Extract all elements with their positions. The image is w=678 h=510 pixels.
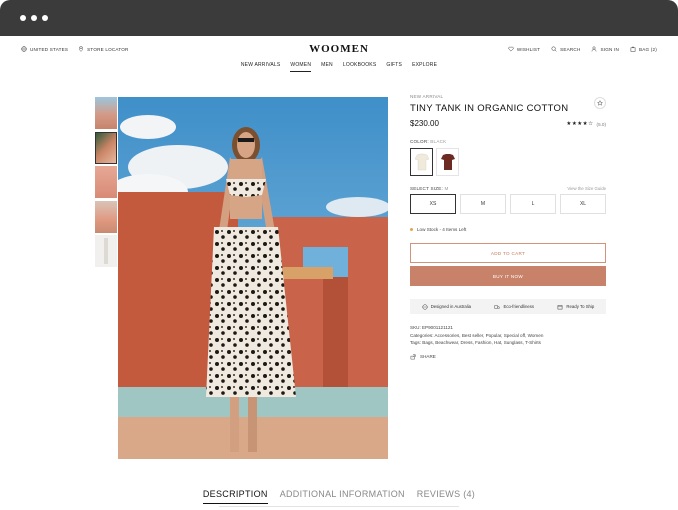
search-label: Search [560,46,581,52]
thumbnail-3[interactable] [95,166,117,198]
feature-designed-label: Designed in Australia [430,304,472,309]
tab-additional-information[interactable]: Additional Information [280,489,405,504]
nav-women[interactable]: Women [290,62,312,72]
share-icon [410,353,416,359]
feature-eco-label: Eco-friendliness [503,304,535,309]
feature-ready-label: Ready To Ship [566,304,595,309]
color-value: Black [430,139,447,144]
window-close-dot[interactable] [20,15,26,21]
share-label: Share [420,354,436,359]
product-tabs: Description Additional Information Revie… [0,489,678,504]
product-meta: SKU: EP9001121121 Categories: Accessorie… [410,324,606,347]
wishlist-link[interactable]: Wishlist [508,46,540,52]
feature-strip: Designed in Australia Eco-friendliness R… [410,299,606,314]
size-l[interactable]: L [510,194,556,214]
search-icon [551,46,557,52]
thumbnail-2[interactable] [95,131,117,164]
nav-explore[interactable]: Explore [412,62,437,72]
product-photo [118,97,388,459]
buy-now-button[interactable]: Buy it now [410,266,606,286]
user-icon [592,46,597,52]
size-value: M [444,186,449,191]
stock-status: Low Stock - 4 Items Left [410,227,606,232]
product-main-image[interactable] [118,97,388,459]
size-m[interactable]: M [460,194,506,214]
rating-stars-icon: ★★★★☆ [566,121,594,127]
size-header: Select Size: M View the Size Guide [410,186,606,191]
box-icon [558,304,563,309]
color-label: Color: Black [410,139,606,144]
product-garment-icon [104,238,108,264]
size-guide-link[interactable]: View the Size Guide [567,186,606,191]
search-link[interactable]: Search [551,46,580,52]
rating-count: (5.0) [596,121,606,127]
feature-eco: Eco-friendliness [494,304,534,310]
product-categories: Categories: Accessories, Best seller, Po… [410,332,544,338]
nav-lookbooks[interactable]: Lookbooks [343,62,376,72]
product-rating[interactable]: ★★★★☆ (5.0) [566,121,606,127]
feature-designed: Designed in Australia [422,303,472,310]
stock-text: Low Stock - 4 Items Left [417,227,467,232]
cream-shirt-icon [414,153,429,171]
thumbnail-5[interactable] [95,235,117,267]
window-minimize-dot[interactable] [31,15,37,21]
product-sku: SKU: EP9001121121 [410,325,453,330]
color-swatches [410,148,606,176]
favorite-button[interactable] [594,97,606,109]
product-tags: Tags: Bags, Beachwear, Dress, Fashion, H… [410,340,541,345]
size-label: Select Size: M [410,186,448,191]
bag-icon [630,46,636,52]
add-to-cart-button[interactable]: Add to Cart [410,243,606,263]
feature-ready: Ready To Ship [557,304,594,310]
main-nav: New Arrivals Women Men Lookbooks Gifts E… [0,62,678,72]
size-options: XS M L XL [410,194,606,214]
globe-icon [422,303,428,310]
window-maximize-dot[interactable] [42,15,48,21]
truck-icon [494,305,501,308]
tab-description[interactable]: Description [202,489,268,504]
share-button[interactable]: Share [410,353,606,360]
stock-dot-icon [410,228,413,231]
heart-icon [508,46,514,52]
product-title: Tiny Tank in Organic Cotton [410,103,569,114]
nav-gifts[interactable]: Gifts [386,62,402,72]
brown-shirt-icon [440,154,455,170]
thumbnail-1[interactable] [95,97,117,129]
sign-in-link[interactable]: Sign In [591,46,619,52]
window-titlebar [0,0,678,36]
size-label-text: Select Size: [410,186,443,191]
nav-new-arrivals[interactable]: New Arrivals [241,62,281,72]
color-swatch-cream[interactable] [410,148,433,176]
thumbnail-4[interactable] [95,200,117,233]
new-arrival-badge: New Arrival [410,94,444,99]
star-outline-icon [597,100,603,106]
product-info-panel: New Arrival Tiny Tank in Organic Cotton … [410,94,606,360]
color-swatch-brown[interactable] [436,148,459,176]
product-thumbnails [95,97,117,270]
nav-men[interactable]: Men [321,62,333,72]
size-xl[interactable]: XL [560,194,606,214]
wishlist-label: Wishlist [516,46,541,52]
sign-in-label: Sign In [600,46,619,52]
bag-label: Bag (2) [639,46,657,52]
bag-link[interactable]: Bag (2) [630,46,657,52]
tabs-divider [219,506,459,507]
size-xs[interactable]: XS [410,194,456,214]
color-label-text: Color: [410,139,429,144]
tab-reviews[interactable]: Reviews (4) [417,489,475,504]
